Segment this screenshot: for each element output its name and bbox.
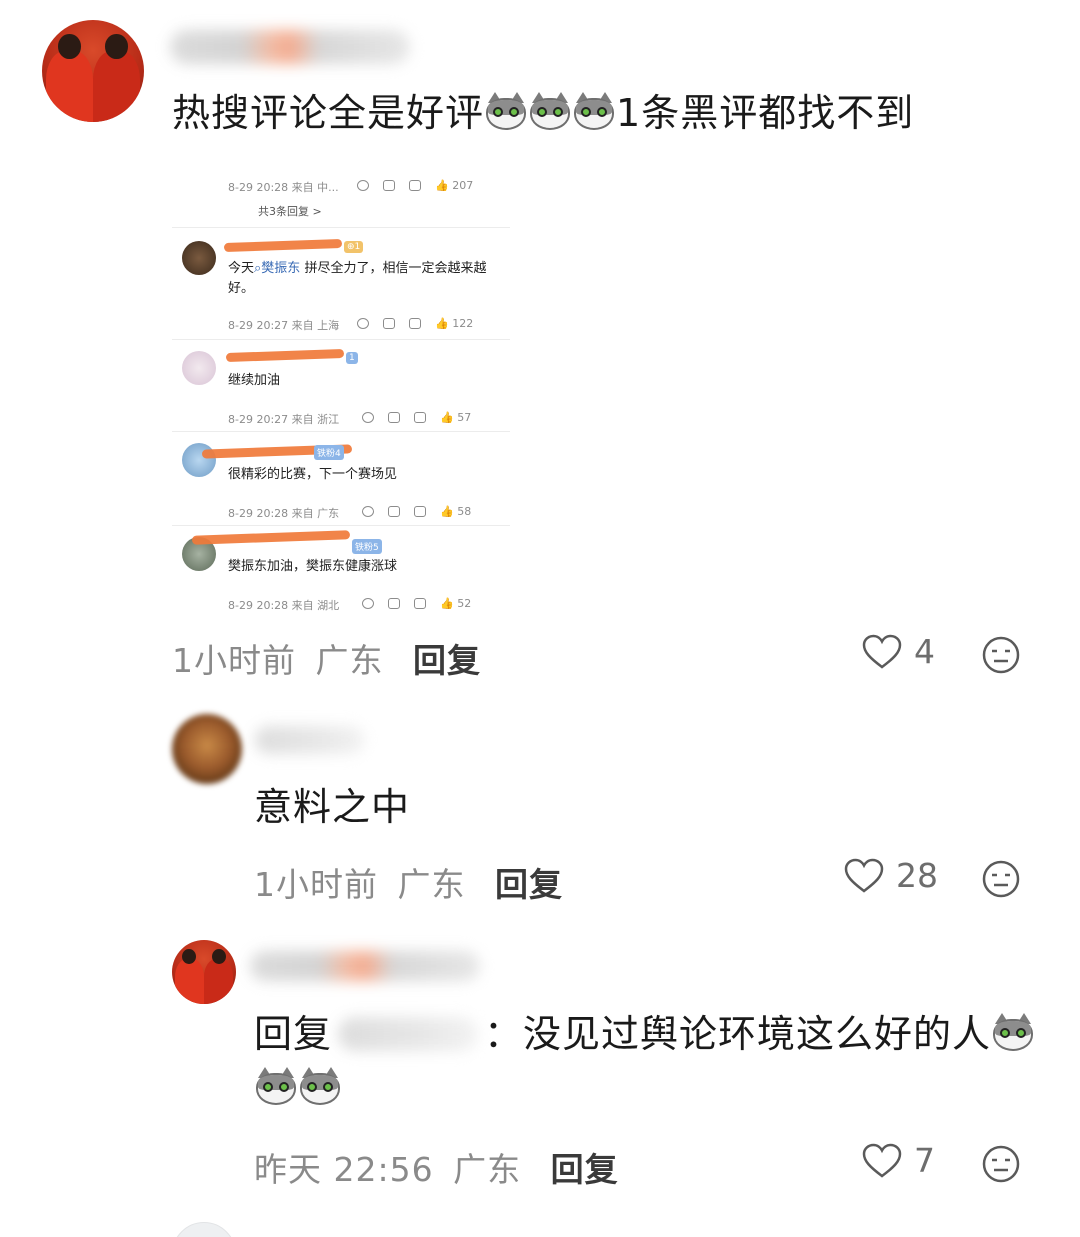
comment-text-emoji-line bbox=[254, 1065, 342, 1111]
reply-button[interactable]: 回复 bbox=[413, 641, 481, 680]
redaction-scribble bbox=[225, 348, 345, 363]
cat-emoji-icon bbox=[299, 1067, 341, 1107]
image-comment-body: 今天⌕樊振东 拼尽全力了，相信一定会越来越好。 bbox=[228, 261, 487, 296]
image-meta: 8-29 20:28 来自 中... bbox=[228, 181, 339, 194]
comment-text: 意料之中 bbox=[254, 785, 411, 829]
timestamp: 1小时前 bbox=[172, 641, 296, 680]
redaction-scribble bbox=[223, 238, 343, 253]
avatar[interactable] bbox=[42, 20, 144, 122]
cat-emoji-icon bbox=[255, 1067, 297, 1107]
image-badge: 1 bbox=[346, 352, 358, 364]
image-meta: 8-29 20:27 来自 浙江 bbox=[228, 413, 340, 426]
cat-emoji-icon bbox=[485, 92, 527, 132]
comment-text: 回复 ：没见过舆论环境这么好的人 bbox=[254, 1011, 1035, 1057]
comment-meta: 昨天 22:56 广东 回复 bbox=[254, 1143, 619, 1191]
avatar[interactable] bbox=[172, 940, 236, 1004]
redaction-scribble bbox=[191, 530, 351, 545]
heart-icon bbox=[844, 858, 884, 893]
username-blurred[interactable] bbox=[250, 951, 480, 981]
username-blurred[interactable] bbox=[255, 726, 365, 754]
next-comment-avatar[interactable] bbox=[172, 1222, 236, 1237]
image-meta: 8-29 20:27 来自 上海 bbox=[228, 319, 340, 332]
image-avatar bbox=[182, 443, 216, 477]
image-action-icons: 👍 58 bbox=[362, 505, 471, 518]
comment-meta: 1小时前 广东 回复 bbox=[254, 858, 563, 906]
reply-button[interactable]: 回复 bbox=[495, 865, 563, 904]
comment-1: 热搜评论全是好评 1条黑评都找不到 8-29 20:28 来自 中... 👍 20… bbox=[0, 0, 1080, 690]
avatar[interactable] bbox=[172, 714, 242, 784]
cat-emoji-icon bbox=[992, 1013, 1034, 1053]
like-count: 4 bbox=[914, 632, 935, 671]
image-meta: 8-29 20:28 来自 广东 bbox=[228, 507, 340, 520]
dislike-face-icon[interactable] bbox=[982, 860, 1020, 898]
location: 广东 bbox=[315, 641, 384, 680]
comment-image[interactable]: 8-29 20:28 来自 中... 👍 207 共3条回复 > ⊕1 今天⌕樊… bbox=[172, 155, 510, 617]
dislike-face-icon[interactable] bbox=[982, 1145, 1020, 1183]
image-action-icons: 👍 122 bbox=[357, 317, 473, 330]
image-comment-body: 樊振东加油，樊振东健康涨球 bbox=[228, 559, 398, 574]
image-avatar bbox=[182, 351, 216, 385]
image-comment-body: 继续加油 bbox=[228, 373, 281, 388]
like-button[interactable]: 7 bbox=[862, 1141, 935, 1180]
cat-emoji-icon bbox=[529, 92, 571, 132]
image-action-icons: 👍 207 bbox=[357, 179, 473, 192]
reply-button[interactable]: 回复 bbox=[551, 1150, 619, 1189]
comment-3: 回复 ：没见过舆论环境这么好的人 昨天 22:56 广东 回复 7 bbox=[0, 935, 1080, 1215]
mentioned-user-blurred[interactable] bbox=[338, 1017, 479, 1051]
heart-icon bbox=[862, 634, 902, 669]
image-badge: ⊕1 bbox=[344, 241, 364, 253]
timestamp: 昨天 22:56 bbox=[254, 1150, 434, 1189]
like-count: 7 bbox=[914, 1141, 935, 1180]
image-badge: 铁粉4 bbox=[314, 445, 344, 460]
cat-emoji-icon bbox=[573, 92, 615, 132]
location: 广东 bbox=[397, 865, 466, 904]
like-button[interactable]: 28 bbox=[844, 856, 938, 895]
comment-meta: 1小时前 广东 回复 bbox=[172, 634, 481, 682]
like-button[interactable]: 4 bbox=[862, 632, 935, 671]
username-blurred[interactable] bbox=[170, 30, 410, 64]
timestamp: 1小时前 bbox=[254, 865, 378, 904]
image-comment-body: 很精彩的比赛，下一个赛场见 bbox=[228, 467, 398, 482]
dislike-face-icon[interactable] bbox=[982, 636, 1020, 674]
image-badge: 铁粉5 bbox=[352, 539, 382, 554]
image-avatar bbox=[182, 241, 216, 275]
image-replies-link: 共3条回复 > bbox=[258, 205, 322, 218]
location: 广东 bbox=[453, 1150, 522, 1189]
comment-2: 意料之中 1小时前 广东 回复 28 bbox=[0, 700, 1080, 930]
image-action-icons: 👍 57 bbox=[362, 411, 471, 424]
image-action-icons: 👍 52 bbox=[362, 597, 471, 610]
like-count: 28 bbox=[896, 856, 938, 895]
comment-text: 热搜评论全是好评 1条黑评都找不到 bbox=[172, 91, 915, 135]
image-meta: 8-29 20:28 来自 湖北 bbox=[228, 599, 340, 612]
heart-icon bbox=[862, 1143, 902, 1178]
